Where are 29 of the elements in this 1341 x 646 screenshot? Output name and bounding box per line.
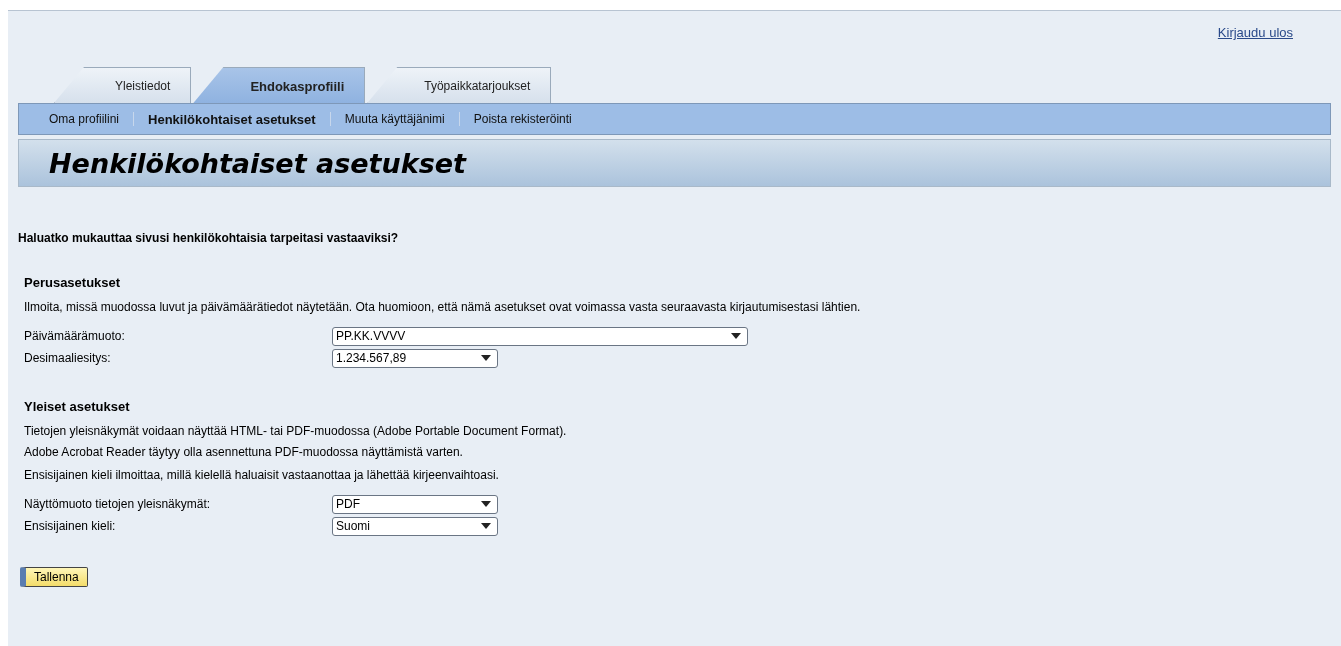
caret-icon [481, 355, 491, 361]
dropdown-field[interactable]: 1.234.567,89 [332, 348, 498, 368]
intro-question: Haluatko mukauttaa sivusi henkilökohtaisia tarpeitasi vastaaviksi? [18, 231, 400, 245]
field-label: Ensisijainen kieli: [24, 519, 117, 533]
section-heading: Yleiset asetukset [24, 399, 131, 414]
sub-navigation-link[interactable]: Poista rekisteröinti [473, 112, 572, 126]
dropdown-field[interactable]: PDF [332, 494, 498, 514]
description-text: Ensisijainen kieli ilmoittaa, millä kielellä haluaisit vastaanottaa ja lähettää kirjeenvaihtoasi. [24, 468, 500, 483]
sub-navigation-link[interactable]: Muuta käyttäjänimi [344, 112, 445, 126]
field-label: Näyttömuoto tietojen yleisnäkymät: [24, 497, 212, 511]
save-button[interactable]: Tallenna [20, 567, 88, 587]
tab[interactable]: Yleistiedot [54, 67, 192, 103]
description-text: Adobe Acrobat Reader täytyy olla asennettuna PDF-muodossa näyttämistä varten. [24, 445, 464, 460]
logout-link[interactable]: Kirjaudu ulos [1217, 25, 1293, 55]
caret-icon [481, 501, 491, 507]
field-label: Desimaaliesitys: [24, 351, 112, 365]
section-heading: Perusasetukset [24, 275, 122, 290]
description-text: Ilmoita, missä muodossa luvut ja päivämäärätiedot näytetään. Ota huomioon, että nämä asetukset ovat voimassa vasta seuraavasta kirjautumisestasi lähtien. [24, 300, 862, 315]
caret-icon [731, 333, 741, 339]
sub-navigation-link[interactable]: Oma profiilini [49, 112, 120, 126]
dropdown-field[interactable]: PP.KK.VVVV [332, 326, 748, 346]
description-text: Tietojen yleisnäkymät voidaan näyttää HTML- tai PDF-muodossa (Adobe Portable Document Format). [24, 424, 568, 439]
sub-navigation-link[interactable]: Henkilökohtaiset asetukset [148, 111, 316, 127]
page-title: Henkilökohtaiset asetukset [49, 147, 466, 179]
dropdown-field[interactable]: Suomi [332, 516, 498, 536]
tab[interactable]: Työpaikkatarjoukset [367, 67, 552, 103]
tab[interactable]: Ehdokasprofiili [193, 67, 366, 103]
field-label: Päivämäärämuoto: [24, 329, 126, 343]
caret-icon [481, 523, 491, 529]
